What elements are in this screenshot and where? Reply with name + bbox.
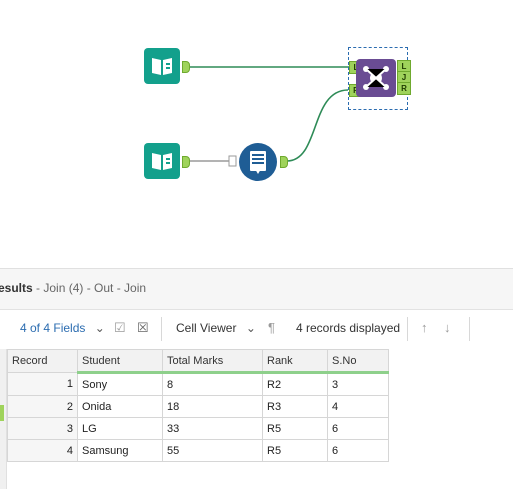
join-icon	[363, 66, 389, 90]
column-header-record[interactable]: Record	[7, 349, 78, 373]
sno-cell[interactable]: 3	[327, 372, 389, 396]
table-row[interactable]: 1 Sony 8 R2 3	[7, 372, 389, 396]
student-cell[interactable]: Onida	[77, 395, 163, 418]
input-2-output-anchor[interactable]	[182, 156, 190, 168]
input-data-tool-2[interactable]	[144, 143, 180, 179]
student-cell[interactable]: Sony	[77, 372, 163, 396]
records-count-label: 4 records displayed	[296, 321, 401, 335]
arrow-up-icon[interactable]: ↑	[421, 320, 428, 335]
results-table: Record Student Total Marks Rank S.No 1 S…	[7, 349, 389, 462]
chevron-down-icon: ⌄	[94, 321, 105, 335]
arrow-down-icon[interactable]: ↓	[444, 320, 451, 335]
total-marks-cell[interactable]: 8	[162, 372, 263, 396]
student-cell[interactable]: LG	[77, 417, 163, 440]
gutter-anchor-marker	[0, 405, 4, 421]
rank-cell[interactable]: R2	[262, 372, 328, 396]
cell-viewer-label: Cell Viewer	[176, 321, 237, 335]
column-header-student[interactable]: Student	[77, 349, 163, 374]
results-header: esults - Join (4) - Out - Join	[0, 269, 513, 310]
pilcrow-icon[interactable]: ¶	[268, 320, 275, 335]
sno-cell[interactable]: 6	[327, 417, 389, 440]
sno-cell[interactable]: 6	[327, 439, 389, 462]
check-icon[interactable]: ☑	[114, 320, 126, 336]
table-row[interactable]: 2 Onida 18 R3 4	[7, 395, 389, 418]
book-icon	[152, 153, 172, 170]
deselect-icon[interactable]: ☒	[137, 320, 149, 336]
table-row[interactable]: 3 LG 33 R5 6	[7, 417, 389, 440]
record-cell: 4	[7, 439, 78, 462]
table-row[interactable]: 4 Samsung 55 R5 6	[7, 439, 389, 462]
record-cell: 2	[7, 395, 78, 418]
connection-lines	[190, 66, 350, 167]
column-header-rank[interactable]: Rank	[262, 349, 328, 374]
sort-icon	[250, 151, 266, 174]
results-pane: esults - Join (4) - Out - Join 4 of 4 Fi…	[0, 268, 513, 489]
total-marks-cell[interactable]: 55	[162, 439, 263, 462]
input-data-tool-1[interactable]	[144, 48, 180, 84]
fields-dropdown-label: 4 of 4 Fields	[20, 321, 86, 335]
rank-cell[interactable]: R5	[262, 417, 328, 440]
toolbar-separator	[161, 317, 162, 341]
chevron-down-icon: ⌄	[245, 321, 256, 335]
total-marks-cell[interactable]: 18	[162, 395, 263, 418]
results-title-sub: - Join (4) - Out - Join	[32, 281, 147, 295]
connection-sort-join	[286, 89, 349, 162]
column-header-total-marks[interactable]: Total Marks	[162, 349, 263, 374]
cell-viewer-dropdown[interactable]: Cell Viewer ⌄	[176, 321, 256, 335]
sort-tool[interactable]	[239, 143, 277, 181]
results-title: esults - Join (4) - Out - Join	[0, 281, 146, 295]
fields-dropdown[interactable]: 4 of 4 Fields ⌄	[20, 321, 105, 335]
record-cell: 3	[7, 417, 78, 440]
join-tool[interactable]	[356, 59, 396, 97]
sno-cell[interactable]: 4	[327, 395, 389, 418]
toolbar-separator	[407, 317, 408, 341]
student-cell[interactable]: Samsung	[77, 439, 163, 462]
sort-input-anchor	[228, 155, 237, 167]
records-count: 4 records displayed	[296, 321, 400, 335]
workflow-canvas[interactable]: L R L J R	[0, 0, 513, 268]
join-right-output-anchor[interactable]: R	[397, 82, 411, 95]
results-title-main: esults	[0, 281, 33, 295]
total-marks-cell[interactable]: 33	[162, 417, 263, 440]
sort-output-anchor[interactable]	[280, 156, 288, 168]
results-toolbar: 4 of 4 Fields ⌄ ☑ ☒ Cell Viewer ⌄ ¶ 4 re…	[0, 310, 513, 348]
rank-cell[interactable]: R3	[262, 395, 328, 418]
book-icon	[152, 58, 172, 75]
record-cell: 1	[7, 372, 78, 396]
column-header-sno[interactable]: S.No	[327, 349, 389, 374]
input-1-output-anchor[interactable]	[182, 61, 190, 73]
table-header-row: Record Student Total Marks Rank S.No	[7, 349, 389, 374]
toolbar-separator	[469, 317, 470, 341]
rank-cell[interactable]: R5	[262, 439, 328, 462]
